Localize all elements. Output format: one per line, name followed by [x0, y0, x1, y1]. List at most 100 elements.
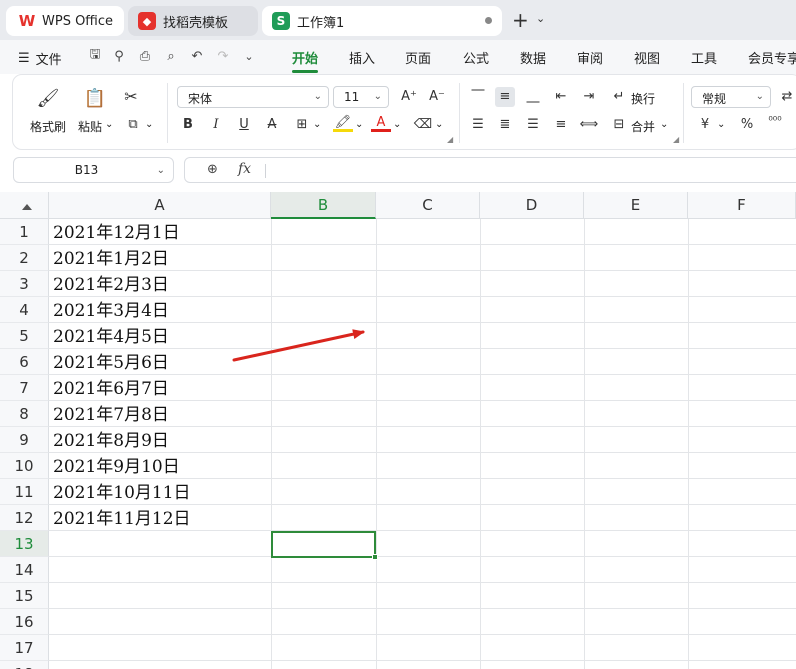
- increase-indent-icon[interactable]: ⇥: [579, 87, 599, 107]
- insert-function-icon[interactable]: fx: [238, 161, 251, 177]
- thousands-button[interactable]: ⁰⁰⁰: [765, 111, 785, 131]
- undo-icon[interactable]: ↶: [188, 47, 206, 65]
- paste-icon[interactable]: 📋: [83, 87, 107, 111]
- row-header-14[interactable]: 14: [0, 557, 49, 583]
- wrap-text-icon[interactable]: ↵: [609, 87, 629, 107]
- italic-button[interactable]: I: [206, 115, 226, 135]
- file-menu-button[interactable]: ☰ 文件: [18, 49, 62, 68]
- name-box[interactable]: B13 ⌄: [13, 157, 174, 183]
- tab-insert[interactable]: 插入: [349, 48, 375, 67]
- tab-home[interactable]: 开始: [292, 48, 318, 67]
- paste-chevron-icon[interactable]: ⌄: [105, 119, 113, 130]
- unsaved-dot-icon[interactable]: [485, 17, 492, 24]
- cell-a2[interactable]: 2021年1月2日: [53, 245, 169, 271]
- row-header-18[interactable]: 18: [0, 661, 49, 669]
- copy-chevron-icon[interactable]: ⌄: [145, 119, 153, 130]
- eraser-icon[interactable]: ⌫: [413, 115, 433, 135]
- eraser-chevron-icon[interactable]: ⌄: [435, 119, 443, 130]
- cell-a8[interactable]: 2021年7月8日: [53, 401, 169, 427]
- row-header-7[interactable]: 7: [0, 375, 49, 401]
- row-header-11[interactable]: 11: [0, 479, 49, 505]
- cut-icon[interactable]: ✂: [121, 87, 141, 107]
- borders-chevron-icon[interactable]: ⌄: [313, 119, 321, 130]
- cell-a5[interactable]: 2021年4月5日: [53, 323, 169, 349]
- selected-cell-b13[interactable]: [271, 531, 376, 558]
- decrease-font-icon[interactable]: A⁻: [427, 87, 447, 107]
- row-header-2[interactable]: 2: [0, 245, 49, 271]
- merge-icon[interactable]: ⊟: [609, 115, 629, 135]
- align-left-icon[interactable]: ☰: [468, 115, 488, 135]
- row-header-12[interactable]: 12: [0, 505, 49, 531]
- row-header-9[interactable]: 9: [0, 427, 49, 453]
- column-header-a[interactable]: A: [49, 192, 271, 219]
- tab-member[interactable]: 会员专享: [748, 48, 796, 67]
- column-header-c[interactable]: C: [376, 192, 480, 219]
- currency-chevron-icon[interactable]: ⌄: [717, 119, 725, 130]
- cell-a10[interactable]: 2021年9月10日: [53, 453, 180, 479]
- increase-font-icon[interactable]: A⁺: [399, 87, 419, 107]
- row-header-15[interactable]: 15: [0, 583, 49, 609]
- merge-label[interactable]: 合并: [631, 118, 655, 135]
- font-color-chevron-icon[interactable]: ⌄: [393, 119, 401, 130]
- column-header-f[interactable]: F: [688, 192, 796, 219]
- font-dialog-launcher-icon[interactable]: ◢: [447, 135, 453, 144]
- justify-icon[interactable]: ≡: [551, 115, 571, 135]
- row-header-6[interactable]: 6: [0, 349, 49, 375]
- align-right-icon[interactable]: ☰: [523, 115, 543, 135]
- align-middle-icon[interactable]: ≡: [495, 87, 515, 107]
- wrap-text-label[interactable]: 换行: [631, 90, 655, 107]
- borders-icon[interactable]: ⊞: [292, 115, 312, 135]
- alignment-dialog-launcher-icon[interactable]: ◢: [673, 135, 679, 144]
- new-tab-button[interactable]: +: [512, 8, 529, 32]
- strikethrough-button[interactable]: A: [262, 115, 282, 135]
- cell-a6[interactable]: 2021年5月6日: [53, 349, 169, 375]
- fill-color-icon[interactable]: 🖍: [333, 113, 353, 132]
- tab-page[interactable]: 页面: [405, 48, 431, 67]
- underline-button[interactable]: U: [234, 115, 254, 135]
- font-name-select[interactable]: 宋体 ⌄: [177, 86, 329, 108]
- row-header-4[interactable]: 4: [0, 297, 49, 323]
- tab-formulas[interactable]: 公式: [463, 48, 489, 67]
- align-center-icon[interactable]: ≣: [495, 115, 515, 135]
- tab-view[interactable]: 视图: [634, 48, 660, 67]
- print-preview-icon[interactable]: ⌕: [162, 47, 180, 65]
- format-painter-label[interactable]: 格式刷: [30, 118, 66, 135]
- row-header-5[interactable]: 5: [0, 323, 49, 349]
- formula-bar[interactable]: ⊕ fx: [184, 157, 796, 183]
- column-header-e[interactable]: E: [584, 192, 688, 219]
- tab-list-chevron-icon[interactable]: ⌄: [536, 12, 545, 25]
- cell-a11[interactable]: 2021年10月11日: [53, 479, 191, 505]
- cell-a3[interactable]: 2021年2月3日: [53, 271, 169, 297]
- row-header-1[interactable]: 1: [0, 219, 49, 245]
- column-header-b[interactable]: B: [271, 192, 376, 219]
- tab-wps-office[interactable]: W WPS Office: [6, 6, 124, 36]
- cell-a7[interactable]: 2021年6月7日: [53, 375, 169, 401]
- redo-icon[interactable]: ↷: [214, 47, 232, 65]
- paste-label[interactable]: 粘贴: [78, 118, 102, 135]
- tab-workbook[interactable]: S 工作簿1: [262, 6, 502, 36]
- share-icon[interactable]: ⚲: [110, 47, 128, 65]
- number-format-select[interactable]: 常规 ⌄: [691, 86, 771, 108]
- fill-handle[interactable]: [372, 554, 378, 560]
- font-color-icon[interactable]: A: [371, 113, 391, 132]
- cell-a1[interactable]: 2021年12月1日: [53, 219, 180, 245]
- row-header-10[interactable]: 10: [0, 453, 49, 479]
- zoom-search-icon[interactable]: ⊕: [207, 162, 218, 177]
- cell-a4[interactable]: 2021年3月4日: [53, 297, 169, 323]
- format-painter-icon[interactable]: 🖌: [36, 87, 60, 111]
- row-header-13[interactable]: 13: [0, 531, 49, 557]
- tab-data[interactable]: 数据: [520, 48, 546, 67]
- row-header-16[interactable]: 16: [0, 609, 49, 635]
- tab-review[interactable]: 审阅: [577, 48, 603, 67]
- column-header-d[interactable]: D: [480, 192, 584, 219]
- align-top-icon[interactable]: ⎺: [468, 87, 488, 107]
- percent-button[interactable]: %: [737, 115, 757, 135]
- copy-icon[interactable]: ⧉: [123, 115, 143, 135]
- convert-icon[interactable]: ⇄: [777, 87, 796, 107]
- print-icon[interactable]: ⎙: [136, 47, 154, 65]
- merge-chevron-icon[interactable]: ⌄: [660, 119, 668, 130]
- currency-button[interactable]: ¥: [695, 115, 715, 135]
- fill-color-chevron-icon[interactable]: ⌄: [355, 119, 363, 130]
- row-header-8[interactable]: 8: [0, 401, 49, 427]
- bold-button[interactable]: B: [178, 115, 198, 135]
